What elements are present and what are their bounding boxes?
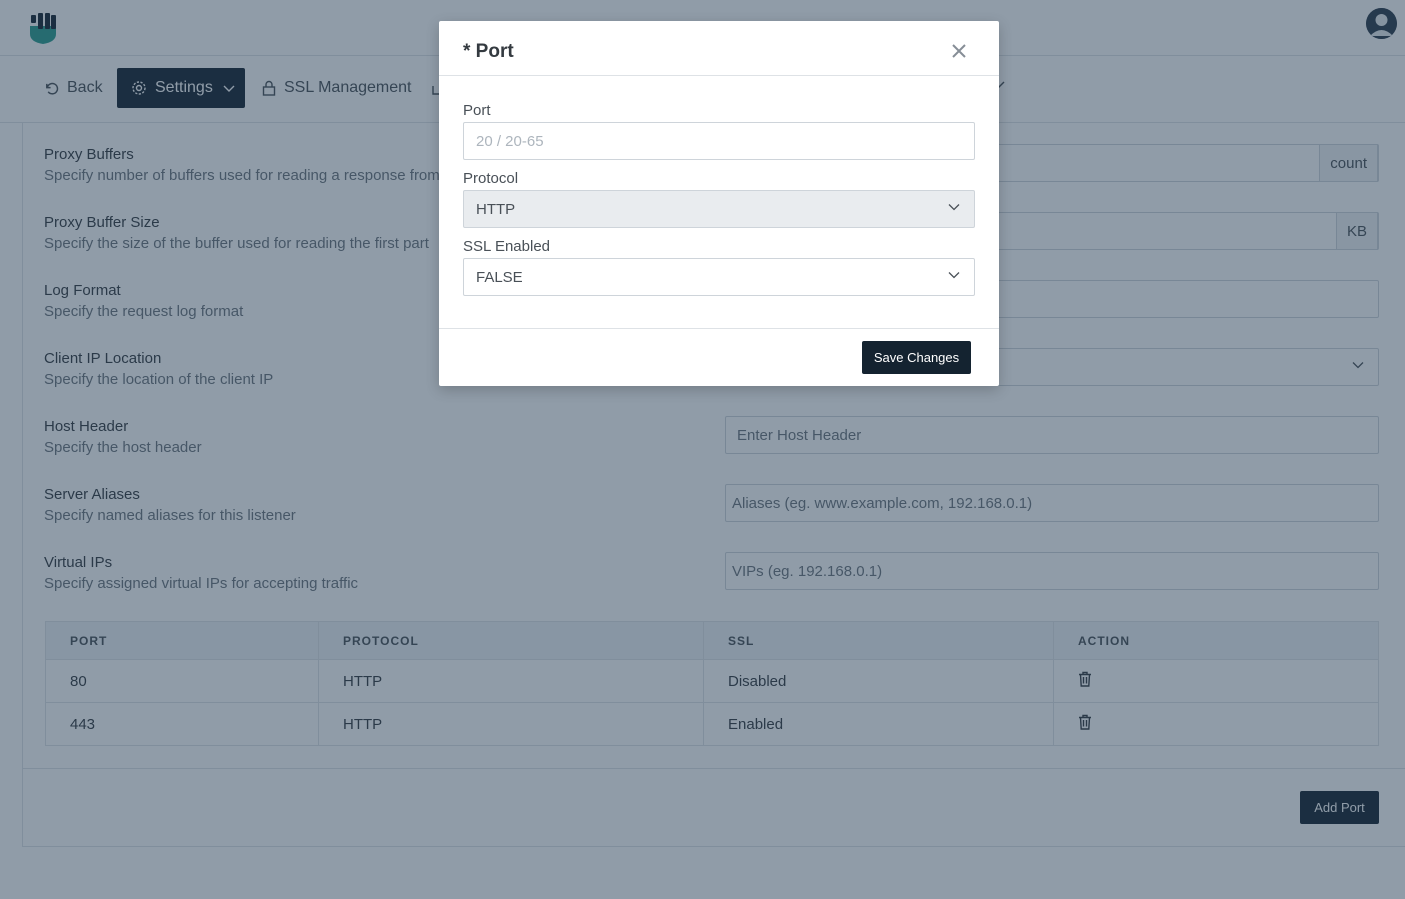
- chevron-down-icon: [948, 272, 960, 279]
- chevron-down-icon: [948, 204, 960, 211]
- modal-title: * Port: [463, 41, 514, 62]
- port-input[interactable]: 20 / 20-65: [463, 122, 975, 160]
- save-changes-button[interactable]: Save Changes: [862, 341, 971, 374]
- modal-footer-divider: [439, 328, 999, 329]
- port-modal: * Port Port 20 / 20-65 Protocol HTTP SSL…: [439, 21, 999, 386]
- close-icon[interactable]: [951, 43, 967, 59]
- ssl-enabled-select[interactable]: FALSE: [463, 258, 975, 296]
- port-field-label: Port: [463, 102, 491, 119]
- protocol-value: HTTP: [476, 200, 516, 218]
- ssl-enabled-value: FALSE: [476, 268, 523, 286]
- modal-header: * Port: [439, 21, 999, 76]
- ssl-enabled-field-label: SSL Enabled: [463, 238, 551, 255]
- protocol-field-label: Protocol: [463, 170, 519, 187]
- protocol-select[interactable]: HTTP: [463, 190, 975, 228]
